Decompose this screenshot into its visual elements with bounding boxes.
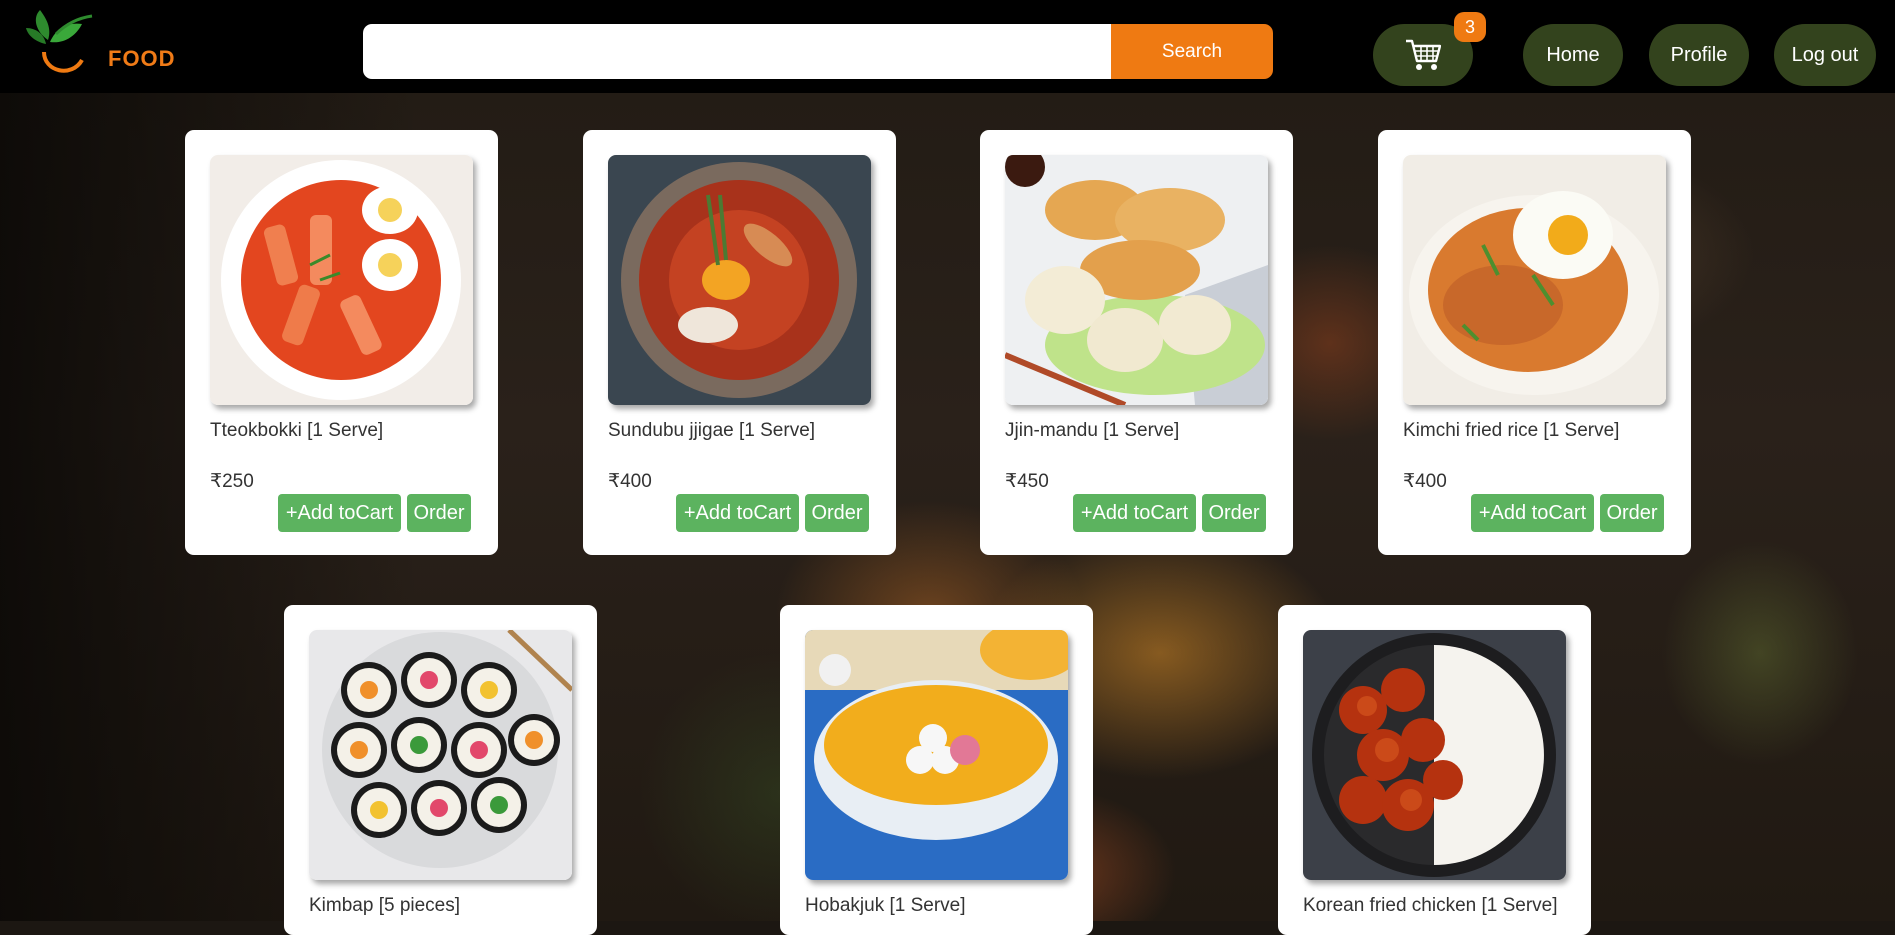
product-image [1005, 155, 1268, 405]
product-image [210, 155, 473, 405]
product-card: Tteokbokki [1 Serve] ₹250 +Add toCart Or… [185, 130, 498, 555]
profile-button[interactable]: Profile [1649, 24, 1749, 86]
search-input[interactable] [363, 24, 1111, 79]
home-button[interactable]: Home [1523, 24, 1623, 86]
product-name: Korean fried chicken [1 Serve] [1303, 895, 1558, 916]
order-button[interactable]: Order [407, 494, 471, 532]
header-bar: FOOD Search 3 Home Profile Log out [0, 0, 1895, 93]
product-name: Hobakjuk [1 Serve] [805, 895, 966, 916]
product-name: Tteokbokki [1 Serve] [210, 420, 384, 441]
product-image [608, 155, 871, 405]
order-button[interactable]: Order [1202, 494, 1266, 532]
cart-count-badge: 3 [1454, 12, 1486, 42]
product-image [805, 630, 1068, 880]
search-button[interactable]: Search [1111, 24, 1273, 79]
product-image [1303, 630, 1566, 880]
logout-button[interactable]: Log out [1774, 24, 1876, 86]
product-name: Kimchi fried rice [1 Serve] [1403, 420, 1620, 441]
product-price: ₹400 [608, 471, 652, 492]
product-image [1403, 155, 1666, 405]
product-price: ₹400 [1403, 471, 1447, 492]
product-price: ₹250 [210, 471, 254, 492]
add-to-cart-button[interactable]: +Add toCart [1073, 494, 1196, 532]
logo-text: FOOD [108, 46, 176, 71]
product-card: Kimbap [5 pieces] [284, 605, 597, 935]
shopping-cart-icon [1406, 39, 1441, 70]
order-button[interactable]: Order [805, 494, 869, 532]
product-card: Kimchi fried rice [1 Serve] ₹400 +Add to… [1378, 130, 1691, 555]
product-name: Sundubu jjigae [1 Serve] [608, 420, 816, 441]
product-image [309, 630, 572, 880]
product-name: Jjin-mandu [1 Serve] [1005, 420, 1180, 441]
product-card: Korean fried chicken [1 Serve] [1278, 605, 1591, 935]
add-to-cart-button[interactable]: +Add toCart [676, 494, 799, 532]
brand-logo[interactable]: FOOD [26, 8, 175, 80]
product-card: Jjin-mandu [1 Serve] ₹450 +Add toCart Or… [980, 130, 1293, 555]
add-to-cart-button[interactable]: +Add toCart [278, 494, 401, 532]
product-card: Hobakjuk [1 Serve] [780, 605, 1093, 935]
product-card: Sundubu jjigae [1 Serve] ₹400 +Add toCar… [583, 130, 896, 555]
product-name: Kimbap [5 pieces] [309, 895, 461, 916]
order-button[interactable]: Order [1600, 494, 1664, 532]
product-price: ₹450 [1005, 471, 1049, 492]
add-to-cart-button[interactable]: +Add toCart [1471, 494, 1594, 532]
